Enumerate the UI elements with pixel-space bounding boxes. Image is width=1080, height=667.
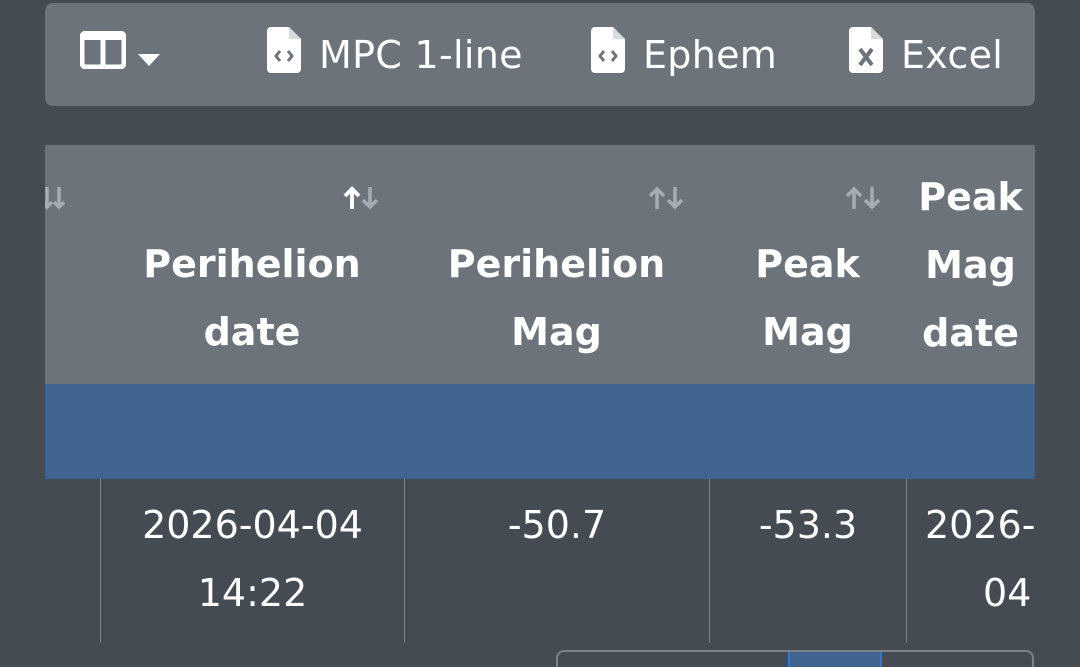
caret-down-icon [138, 33, 160, 77]
table-cell-peak-mag: -53.3 [709, 479, 906, 643]
cell-line: -50.7 [507, 503, 607, 547]
export-excel-label: Excel [901, 32, 1004, 77]
header-line: Mag [762, 310, 853, 354]
cell-line: 2026-04- [925, 503, 1035, 547]
header-line: Perihelion [143, 242, 361, 286]
header-line: Mag [925, 243, 1016, 287]
sort-icon[interactable] [645, 185, 687, 211]
columns-icon [79, 30, 127, 78]
results-table: Perihelion date Perihelion Mag Peak Mag … [45, 145, 1035, 643]
sort-icon[interactable] [842, 185, 884, 211]
cell-line: 14:22 [197, 571, 308, 615]
table-row[interactable]: 2026-04-04 14:22 -50.7 -53.3 2026-04- 04 [45, 479, 1035, 643]
table-header: Perihelion date Perihelion Mag Peak Mag … [45, 145, 1035, 384]
column-visibility-toggle[interactable] [79, 3, 160, 106]
file-code-icon [591, 27, 625, 82]
export-toolbar: MPC 1-line Ephem Excel [45, 3, 1035, 106]
header-line: Perihelion [447, 242, 666, 286]
pagination-active-page[interactable] [788, 652, 882, 667]
file-code-icon [267, 27, 301, 82]
page: MPC 1-line Ephem Excel Perihelion date P… [0, 0, 1080, 667]
column-header-peak-mag[interactable]: Peak Mag [709, 145, 906, 384]
export-ephem-button[interactable]: Ephem [591, 3, 777, 106]
cell-line: -53.3 [758, 503, 858, 547]
table-cell-peak-mag-date: 2026-04- 04 [906, 479, 1035, 643]
cell-line: 04 [983, 571, 1032, 615]
table-cell-perihelion-mag: -50.7 [404, 479, 709, 643]
table-cell [45, 479, 100, 643]
cell-line: 2026-04-04 [142, 503, 363, 547]
header-line: Peak [755, 242, 860, 286]
sort-icon[interactable] [45, 185, 67, 211]
column-header-peak-mag-date[interactable]: Peak Mag date [906, 145, 1035, 384]
sort-icon[interactable] [340, 185, 382, 211]
header-line: date [922, 311, 1019, 355]
table-filter-row [45, 384, 1035, 480]
export-ephem-label: Ephem [643, 32, 778, 77]
header-line: date [203, 310, 301, 354]
column-header-perihelion-date[interactable]: Perihelion date [100, 145, 404, 384]
column-header-perihelion-mag[interactable]: Perihelion Mag [404, 145, 709, 384]
table-cell-perihelion-date: 2026-04-04 14:22 [100, 479, 404, 643]
export-mpc-label: MPC 1-line [319, 32, 523, 77]
pagination [556, 650, 1034, 667]
export-excel-button[interactable]: Excel [849, 3, 1003, 106]
header-line: Mag [511, 310, 602, 354]
file-excel-icon [849, 27, 883, 82]
export-mpc-button[interactable]: MPC 1-line [267, 3, 523, 106]
header-line: Peak [918, 175, 1023, 219]
